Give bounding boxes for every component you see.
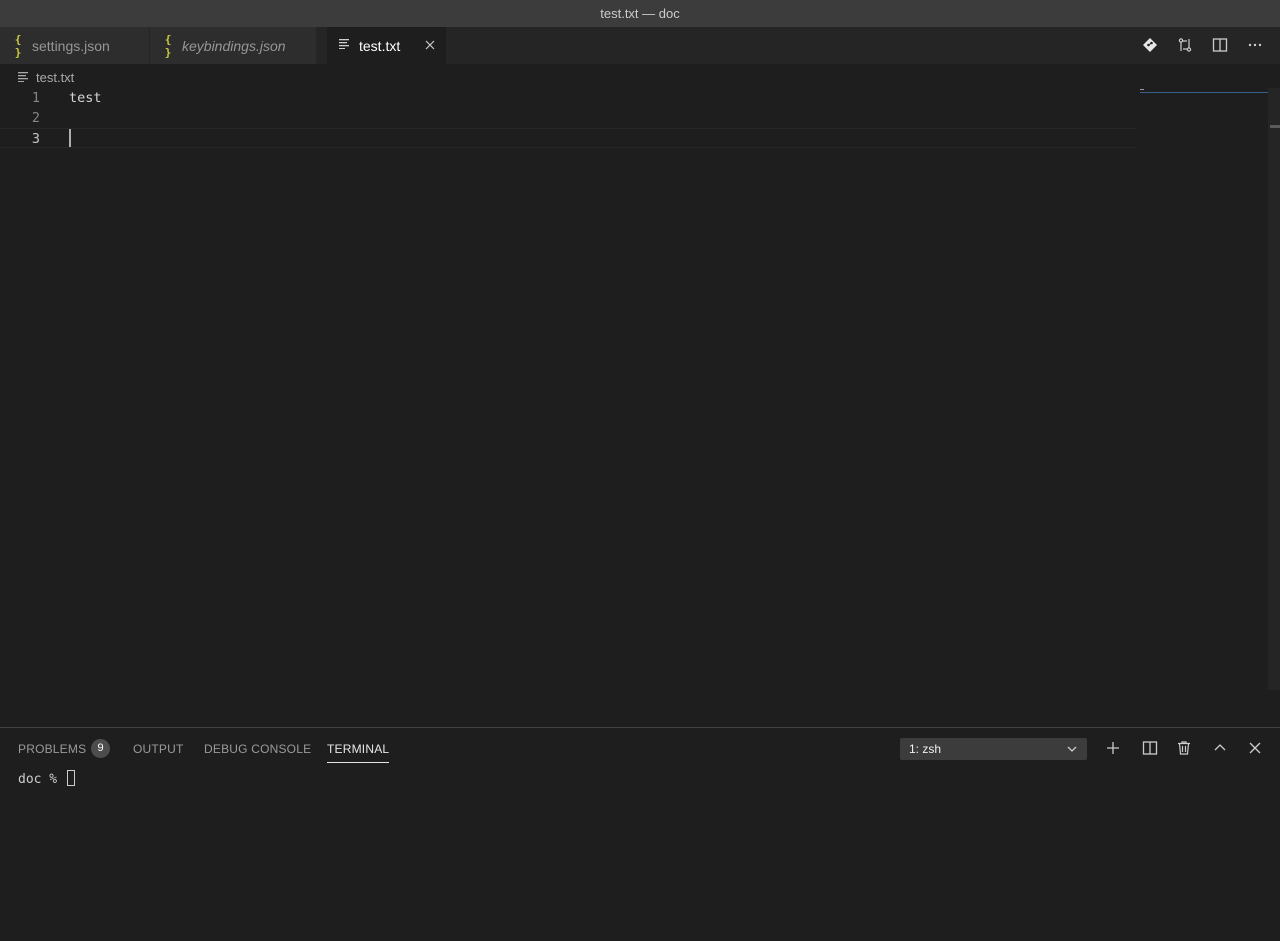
breadcrumb: test.txt: [18, 66, 74, 88]
chevron-down-icon: [1066, 743, 1078, 755]
line-text: test: [69, 90, 102, 106]
editor-line: 2: [0, 108, 1136, 128]
tab-label: test.txt: [359, 37, 401, 54]
terminal-prompt: doc %: [18, 772, 65, 787]
git-diamond-icon[interactable]: [1138, 33, 1162, 57]
problems-count-badge: 9: [91, 739, 110, 758]
split-terminal-icon[interactable]: [1138, 736, 1162, 760]
minimap-line-mark: [1140, 89, 1144, 90]
tab-problems[interactable]: PROBLEMS: [18, 741, 86, 763]
bottom-panel: PROBLEMS 9 OUTPUT DEBUG CONSOLE TERMINAL…: [0, 727, 1280, 941]
tab-test-txt[interactable]: test.txt: [327, 27, 447, 64]
text-cursor: [69, 129, 71, 147]
editor-scrollbar[interactable]: [1268, 88, 1280, 690]
close-icon[interactable]: [1243, 736, 1267, 760]
plus-icon[interactable]: [1101, 736, 1125, 760]
split-editor-icon[interactable]: [1208, 33, 1232, 57]
trash-icon[interactable]: [1172, 736, 1196, 760]
text-editor[interactable]: 1 test 2 3: [0, 88, 1268, 724]
tab-label: keybindings.json: [182, 37, 286, 54]
line-number: 3: [31, 131, 40, 147]
editor-line: 1 test: [0, 88, 1136, 108]
minimap-viewport-indicator: [1140, 92, 1268, 93]
text-file-icon: [18, 72, 30, 82]
title-bar: test.txt — doc: [0, 0, 1280, 27]
tab-debug-console[interactable]: DEBUG CONSOLE: [204, 741, 311, 763]
compare-changes-icon[interactable]: [1173, 33, 1197, 57]
terminal-prompt-line[interactable]: doc %: [18, 770, 75, 788]
tab-keybindings-json[interactable]: { } keybindings.json: [150, 27, 317, 64]
json-braces-icon: { }: [14, 32, 22, 59]
terminal-cursor: [66, 770, 75, 786]
breadcrumb-file[interactable]: test.txt: [36, 70, 74, 85]
terminal-selector[interactable]: 1: zsh: [900, 738, 1087, 760]
tab-output[interactable]: OUTPUT: [133, 741, 184, 763]
terminal-selector-value: 1: zsh: [909, 742, 942, 756]
editor-tab-strip: { } settings.json { } keybindings.json t…: [0, 27, 1280, 64]
scrollbar-overview-mark: [1270, 125, 1280, 128]
vscode-window: test.txt — doc { } settings.json { } key…: [0, 0, 1280, 941]
tab-settings-json[interactable]: { } settings.json: [0, 27, 150, 64]
tab-terminal[interactable]: TERMINAL: [327, 741, 390, 763]
line-number: 1: [31, 90, 40, 106]
json-braces-icon: { }: [164, 32, 172, 59]
more-actions-icon[interactable]: [1243, 33, 1267, 57]
chevron-up-icon[interactable]: [1208, 736, 1232, 760]
close-tab-icon[interactable]: [422, 37, 438, 53]
text-file-icon: [337, 39, 353, 52]
editor-line-current: 3: [0, 128, 1136, 148]
tab-label: settings.json: [32, 37, 110, 54]
line-number: 2: [31, 110, 40, 126]
window-title: test.txt — doc: [600, 6, 680, 21]
